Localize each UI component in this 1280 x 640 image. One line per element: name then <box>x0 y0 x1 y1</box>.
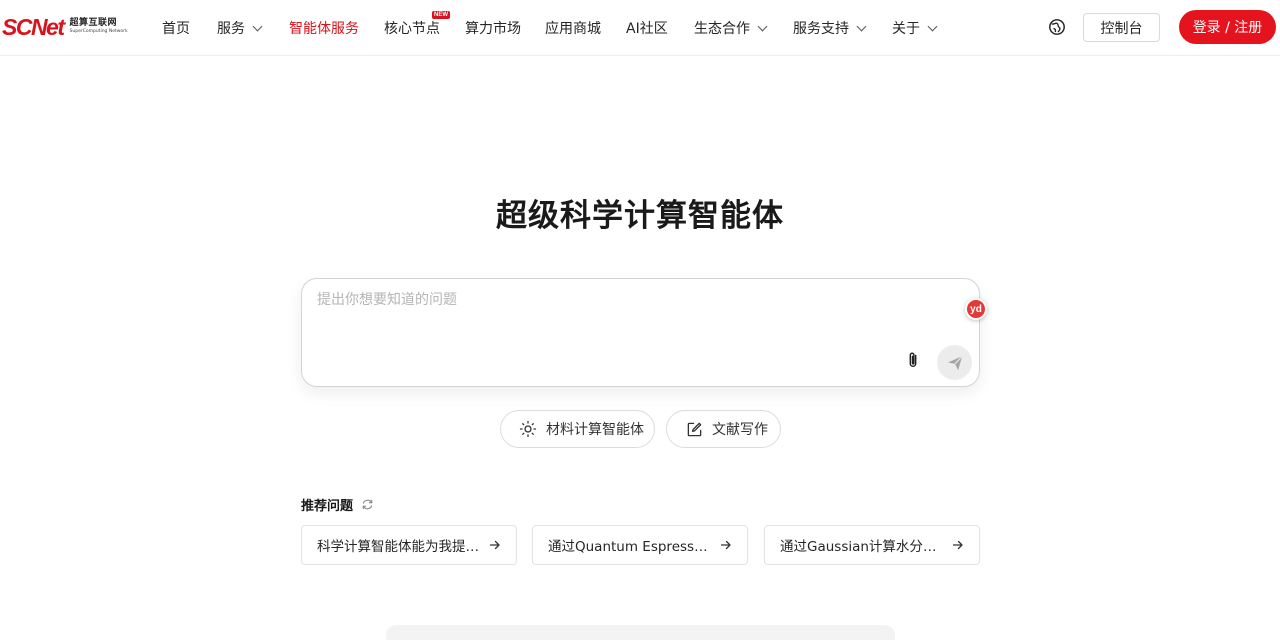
question-input[interactable] <box>317 289 937 329</box>
sun-icon <box>519 420 537 438</box>
nav-item-label: 智能体服务 <box>289 21 359 37</box>
recommended-section-title: 推荐问题 <box>301 495 374 514</box>
nav-item-label: 关于 <box>892 21 920 37</box>
arrow-right-icon <box>489 540 500 550</box>
new-badge: NEW <box>432 11 450 19</box>
page-title: 超级科学计算智能体 <box>496 198 784 234</box>
question-text: 通过Gaussian计算水分子结构 <box>780 539 944 555</box>
recommended-question-card[interactable]: 通过Quantum Espresso做能带计算 <box>532 525 748 565</box>
chevron-down-icon <box>757 21 768 31</box>
chevron-down-icon <box>927 21 938 31</box>
question-text: 科学计算智能体能为我提供什么帮助？ <box>317 539 481 555</box>
chip-label: 文献写作 <box>712 422 768 438</box>
nav-item-compute-market[interactable]: 算力市场 <box>465 18 521 38</box>
logo-cn-text: 超算互联网 <box>69 18 118 29</box>
nav-item-support[interactable]: 服务支持 <box>793 18 867 38</box>
logo-wordmark: SCNet <box>2 13 65 40</box>
arrow-right-icon <box>720 540 731 550</box>
scnet-logo[interactable]: SCNet 超算互联网 SuperComputing Network <box>2 14 128 40</box>
nav-item-label: 首页 <box>162 21 190 37</box>
top-navbar: SCNet 超算互联网 SuperComputing Network 首页 服务… <box>0 0 1280 56</box>
login-register-button[interactable]: 登录 / 注册 <box>1179 10 1276 44</box>
logo-subtitle: 超算互联网 SuperComputing Network <box>70 19 128 35</box>
refresh-icon[interactable] <box>361 498 374 511</box>
bottom-panel <box>386 625 895 640</box>
console-button[interactable]: 控制台 <box>1083 13 1160 42</box>
nav-item-label: 应用商城 <box>545 21 601 37</box>
arrow-right-icon <box>952 540 963 550</box>
nav-item-label: 服务 <box>217 21 245 37</box>
edit-icon <box>685 420 703 438</box>
nav-item-ecosystem[interactable]: 生态合作 <box>694 18 768 38</box>
nav-item-label: 生态合作 <box>694 21 750 37</box>
nav-item-ai-community[interactable]: AI社区 <box>626 18 668 38</box>
chip-label: 材料计算智能体 <box>546 422 644 438</box>
nav-item-services[interactable]: 服务 <box>217 18 263 38</box>
nav-item-label: AI社区 <box>626 21 668 37</box>
nav-item-about[interactable]: 关于 <box>892 18 938 38</box>
chip-materials-agent[interactable]: 材料计算智能体 <box>500 410 655 448</box>
logo-en-text: SuperComputing Network <box>69 29 128 35</box>
recommended-title-text: 推荐问题 <box>301 499 354 514</box>
chevron-down-icon <box>856 21 867 31</box>
chevron-down-icon <box>252 21 263 31</box>
nav-item-core-nodes[interactable]: 核心节点 NEW <box>384 11 450 38</box>
send-icon <box>947 355 963 370</box>
chat-input-box <box>301 278 980 387</box>
nav-item-label: 核心节点 <box>384 21 440 37</box>
nav-item-agent-services[interactable]: 智能体服务 <box>289 18 359 38</box>
recommended-question-card[interactable]: 科学计算智能体能为我提供什么帮助？ <box>301 525 517 565</box>
chip-literature-writing[interactable]: 文献写作 <box>666 410 781 448</box>
recommended-question-card[interactable]: 通过Gaussian计算水分子结构 <box>764 525 980 565</box>
question-text: 通过Quantum Espresso做能带计算 <box>548 539 712 555</box>
nav-item-home[interactable]: 首页 <box>162 18 190 38</box>
globe-icon[interactable] <box>1048 18 1066 36</box>
send-button[interactable] <box>937 345 972 380</box>
assistant-badge[interactable]: yd <box>965 298 987 320</box>
paperclip-icon[interactable] <box>905 351 921 369</box>
nav-item-label: 算力市场 <box>465 21 521 37</box>
nav-item-label: 服务支持 <box>793 21 849 37</box>
nav-item-app-store[interactable]: 应用商城 <box>545 18 601 38</box>
